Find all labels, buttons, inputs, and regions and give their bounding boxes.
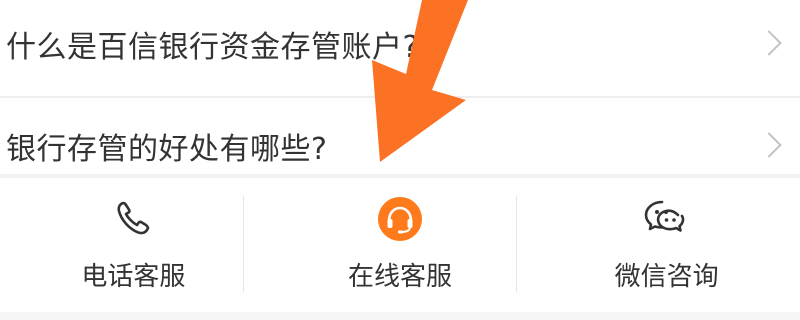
service-bar: 电话客服 在线客服 微信咨询 [0, 178, 800, 312]
phone-icon [111, 196, 155, 242]
faq-question-text: 银行存管的好处有哪些? [6, 132, 328, 167]
wechat-service-label: 微信咨询 [614, 262, 719, 292]
chevron-right-icon [756, 30, 782, 56]
faq-item-benefits-of-custody[interactable]: 银行存管的好处有哪些? [0, 110, 800, 182]
phone-service-button[interactable]: 电话客服 [0, 178, 267, 312]
phone-service-label: 电话客服 [81, 262, 186, 292]
wechat-icon [643, 196, 691, 242]
chevron-right-icon [756, 132, 782, 158]
online-service-button[interactable]: 在线客服 [267, 178, 534, 312]
faq-question-text: 什么是百信银行资金存管账户? [6, 30, 419, 65]
headset-icon [377, 196, 423, 242]
customer-service-page: 什么是百信银行资金存管账户? 银行存管的好处有哪些? 电话客服 在线客服 微信咨… [0, 0, 800, 320]
bottom-divider [0, 312, 800, 320]
vertical-divider [516, 196, 517, 292]
faq-item-what-is-deposit-account[interactable]: 什么是百信银行资金存管账户? [0, 8, 800, 80]
vertical-divider [243, 196, 244, 292]
divider [0, 96, 800, 98]
online-service-label: 在线客服 [348, 262, 453, 292]
wechat-service-button[interactable]: 微信咨询 [533, 178, 800, 312]
